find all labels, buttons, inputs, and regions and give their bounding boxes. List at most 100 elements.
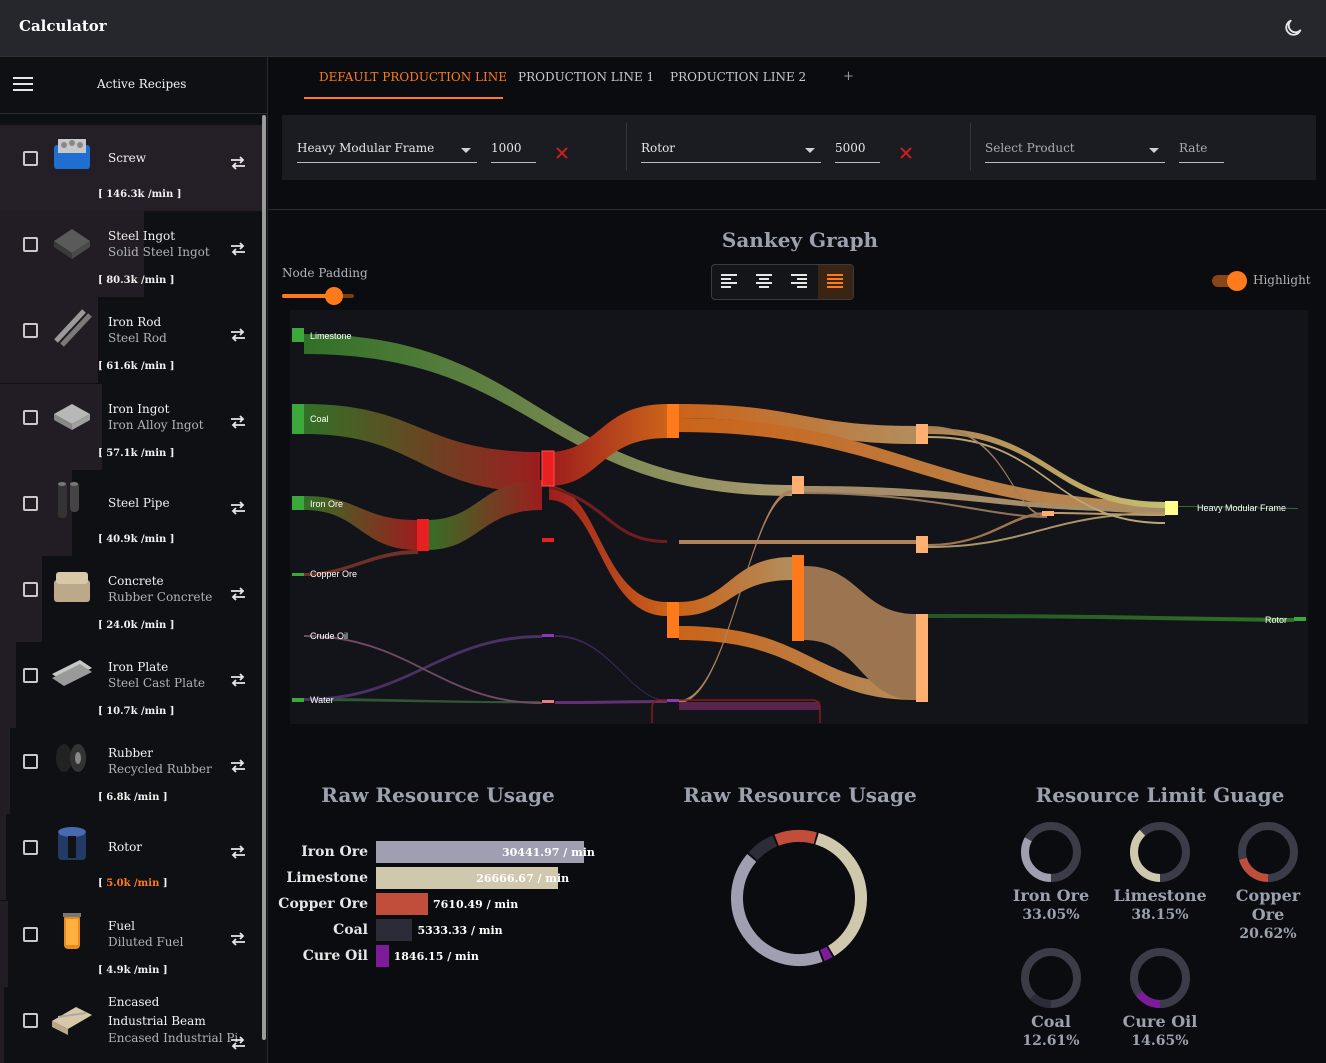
recipe-item[interactable]: Iron Rod Steel Rod [ 61.6k /min ] (0, 297, 262, 383)
moon-icon[interactable] (1282, 17, 1304, 39)
product-select-2[interactable]: Rotor (641, 141, 821, 163)
sankey-node[interactable] (667, 404, 679, 438)
tab-default-production-line[interactable]: DEFAULT PRODUCTION LINE (319, 70, 507, 84)
recipe-checkbox[interactable] (23, 237, 38, 252)
gauge-label: Limestone (1113, 886, 1207, 905)
gauge-ring (1021, 822, 1081, 882)
sankey-node[interactable] (1165, 501, 1178, 515)
recipe-checkbox[interactable] (23, 754, 38, 769)
sankey-node[interactable] (792, 476, 804, 494)
sankey-node[interactable] (1042, 511, 1054, 516)
recipe-checkbox[interactable] (23, 496, 38, 511)
resource-limit-title: Resource Limit Guage (1035, 783, 1285, 807)
sankey-link (304, 635, 542, 704)
rate-input-1[interactable]: 1000 (491, 141, 536, 163)
sankey-node[interactable] (667, 602, 679, 638)
sankey-node[interactable] (792, 555, 804, 641)
sankey-node[interactable] (292, 328, 304, 342)
sankey-node[interactable] (542, 538, 554, 542)
sankey-node[interactable] (292, 496, 304, 510)
donut-slice[interactable] (731, 853, 823, 966)
sankey-label-copper-ore: Copper Ore (310, 569, 357, 579)
swap-icon[interactable] (229, 414, 247, 430)
donut-slice[interactable] (819, 946, 833, 962)
sankey-node[interactable] (667, 699, 679, 702)
recipe-checkbox[interactable] (23, 323, 38, 338)
swap-icon[interactable] (229, 758, 247, 774)
recipe-bg (0, 642, 16, 728)
recipe-checkbox[interactable] (23, 582, 38, 597)
sankey-node[interactable] (541, 450, 555, 487)
swap-icon[interactable] (229, 155, 247, 171)
recipe-checkbox[interactable] (23, 840, 38, 855)
sankey-node[interactable] (417, 519, 429, 551)
swap-icon[interactable] (229, 500, 247, 516)
highlight-toggle[interactable] (1227, 271, 1247, 291)
swap-icon[interactable] (229, 844, 247, 860)
swap-icon[interactable] (229, 586, 247, 602)
bar[interactable] (376, 893, 428, 915)
tab-production-line-1[interactable]: PRODUCTION LINE 1 (518, 70, 654, 84)
recipe-item[interactable]: Steel Pipe [ 40.9k /min ] (0, 470, 262, 556)
sankey-graph[interactable]: Limestone Coal Iron Ore Copper Ore Crude… (290, 310, 1308, 724)
recipe-item[interactable]: Iron Plate Steel Cast Plate [ 10.7k /min ] (0, 642, 262, 728)
remove-icon[interactable] (900, 147, 912, 159)
gauge[interactable]: Limestone 38.15% (1110, 820, 1210, 923)
sankey-node[interactable] (292, 698, 304, 702)
recipe-name: Iron Plate (108, 660, 169, 674)
recipe-checkbox[interactable] (23, 927, 38, 942)
raw-usage-donut-chart[interactable] (727, 826, 871, 970)
swap-icon[interactable] (229, 327, 247, 343)
recipe-item[interactable]: Screw [ 146.3k /min ] (0, 125, 262, 211)
align-right-button[interactable] (782, 265, 817, 299)
donut-slice[interactable] (815, 832, 867, 957)
sankey-node[interactable] (916, 614, 928, 702)
product-select-3[interactable]: Select Product (985, 141, 1165, 163)
donut-slice[interactable] (774, 830, 817, 846)
product-select-1[interactable]: Heavy Modular Frame (297, 141, 477, 163)
sankey-node[interactable] (1294, 617, 1306, 621)
recipe-checkbox[interactable] (23, 1013, 38, 1028)
menu-icon[interactable] (13, 77, 33, 93)
align-left-button[interactable] (712, 265, 747, 299)
sankey-node[interactable] (542, 700, 554, 703)
recipe-name: Encased Industrial Beam (108, 995, 206, 1028)
recipe-checkbox[interactable] (23, 410, 38, 425)
tab-production-line-2[interactable]: PRODUCTION LINE 2 (670, 70, 806, 84)
gauge-ring (1021, 948, 1081, 1008)
sankey-node[interactable] (916, 424, 928, 444)
recipe-item[interactable]: Iron Ingot Iron Alloy Ingot [ 57.1k /min ] (0, 384, 262, 470)
recipe-item[interactable]: Fuel Diluted Fuel [ 4.9k /min ] (0, 901, 262, 987)
gauge[interactable]: Cure Oil 14.65% (1110, 946, 1210, 1049)
sankey-node[interactable] (292, 573, 304, 576)
gauge[interactable]: Coal 12.61% (1001, 946, 1101, 1049)
remove-icon[interactable] (556, 147, 568, 159)
recipe-item[interactable]: Rotor [ 5.0k /min ] (0, 814, 262, 900)
recipe-checkbox[interactable] (23, 668, 38, 683)
gauge[interactable]: Iron Ore 33.05% (1001, 820, 1101, 923)
recipe-item[interactable]: Concrete Rubber Concrete [ 24.0k /min ] (0, 556, 262, 642)
bar-value: 7610.49 / min (432, 898, 519, 911)
sankey-node[interactable] (292, 404, 304, 434)
swap-icon[interactable] (229, 241, 247, 257)
recipe-checkbox[interactable] (23, 151, 38, 166)
gauge[interactable]: Copper Ore 20.62% (1218, 820, 1318, 942)
recipe-item[interactable]: Steel Ingot Solid Steel Ingot [ 80.3k /min… (0, 211, 262, 297)
swap-icon[interactable] (229, 672, 247, 688)
bar-value: 5333.33 / min (417, 924, 503, 937)
rate-input-3[interactable]: Rate (1179, 141, 1224, 163)
add-tab-button[interactable]: + (843, 69, 854, 84)
recipe-item[interactable]: Encased Industrial Beam Encased Industria… (0, 987, 262, 1063)
recipe-item[interactable]: Rubber Recycled Rubber [ 6.8k /min ] (0, 728, 262, 814)
align-justify-button[interactable] (818, 265, 853, 299)
rate-input-2[interactable]: 5000 (835, 141, 880, 163)
bar[interactable] (376, 945, 389, 967)
sankey-node[interactable] (542, 634, 554, 637)
sankey-node[interactable] (916, 536, 928, 553)
node-padding-slider[interactable] (325, 287, 343, 305)
align-center-button[interactable] (747, 265, 782, 299)
bar[interactable] (376, 919, 413, 941)
swap-icon[interactable] (229, 1035, 247, 1051)
swap-icon[interactable] (229, 931, 247, 947)
donut-slice[interactable] (748, 835, 778, 861)
